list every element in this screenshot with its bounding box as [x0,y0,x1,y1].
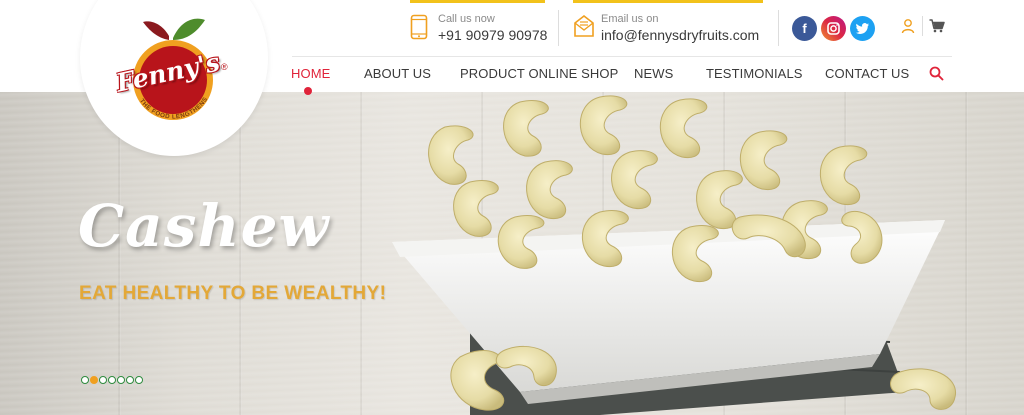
slide-dot[interactable] [108,376,116,384]
nav-product-online-shop[interactable]: PRODUCT ONLINE SHOP [460,66,618,81]
slide-dot[interactable] [99,376,107,384]
twitter-icon[interactable] [850,16,875,41]
nav-about-us[interactable]: ABOUT US [364,66,431,81]
slide-dot[interactable] [126,376,134,384]
email-us-block[interactable]: Email us on info@fennysdryfruits.com [573,0,763,52]
call-us-accent-bar [410,0,545,3]
cart-icon[interactable] [929,19,945,33]
user-icon[interactable] [901,18,915,34]
email-us-label: Email us on [601,13,659,25]
hero-title: Cashew [78,192,330,260]
slide-dot-active[interactable] [90,376,98,384]
phone-number[interactable]: +91 90979 90978 [438,27,547,43]
nav-testimonials[interactable]: TESTIMONIALS [706,66,803,81]
email-icon [574,14,594,37]
header-divider [558,10,559,46]
header-divider [922,16,923,36]
slide-dot[interactable] [135,376,143,384]
site-header: THE FOOD LENGTHENS LIFE Fenny's ® Call u… [0,0,1024,156]
nav-news[interactable]: NEWS [634,66,673,81]
header-divider [778,10,779,46]
hero-subtitle: EAT HEALTHY TO BE WEALTHY! [79,283,387,304]
search-icon[interactable] [929,66,944,81]
logo-registered-mark: ® [221,62,228,72]
nav-home[interactable]: HOME [291,66,330,81]
facebook-icon[interactable]: f [792,16,817,41]
call-us-label: Call us now [438,13,495,25]
nav-contact-us[interactable]: CONTACT US [825,66,909,81]
active-nav-indicator [304,87,312,95]
email-us-accent-bar [573,0,763,3]
slide-dot[interactable] [117,376,125,384]
slide-dot[interactable] [81,376,89,384]
phone-icon [410,14,428,40]
nav-separator [292,56,952,57]
instagram-icon[interactable] [821,16,846,41]
email-address[interactable]: info@fennysdryfruits.com [601,27,759,43]
call-us-block[interactable]: Call us now +91 90979 90978 [410,0,547,52]
